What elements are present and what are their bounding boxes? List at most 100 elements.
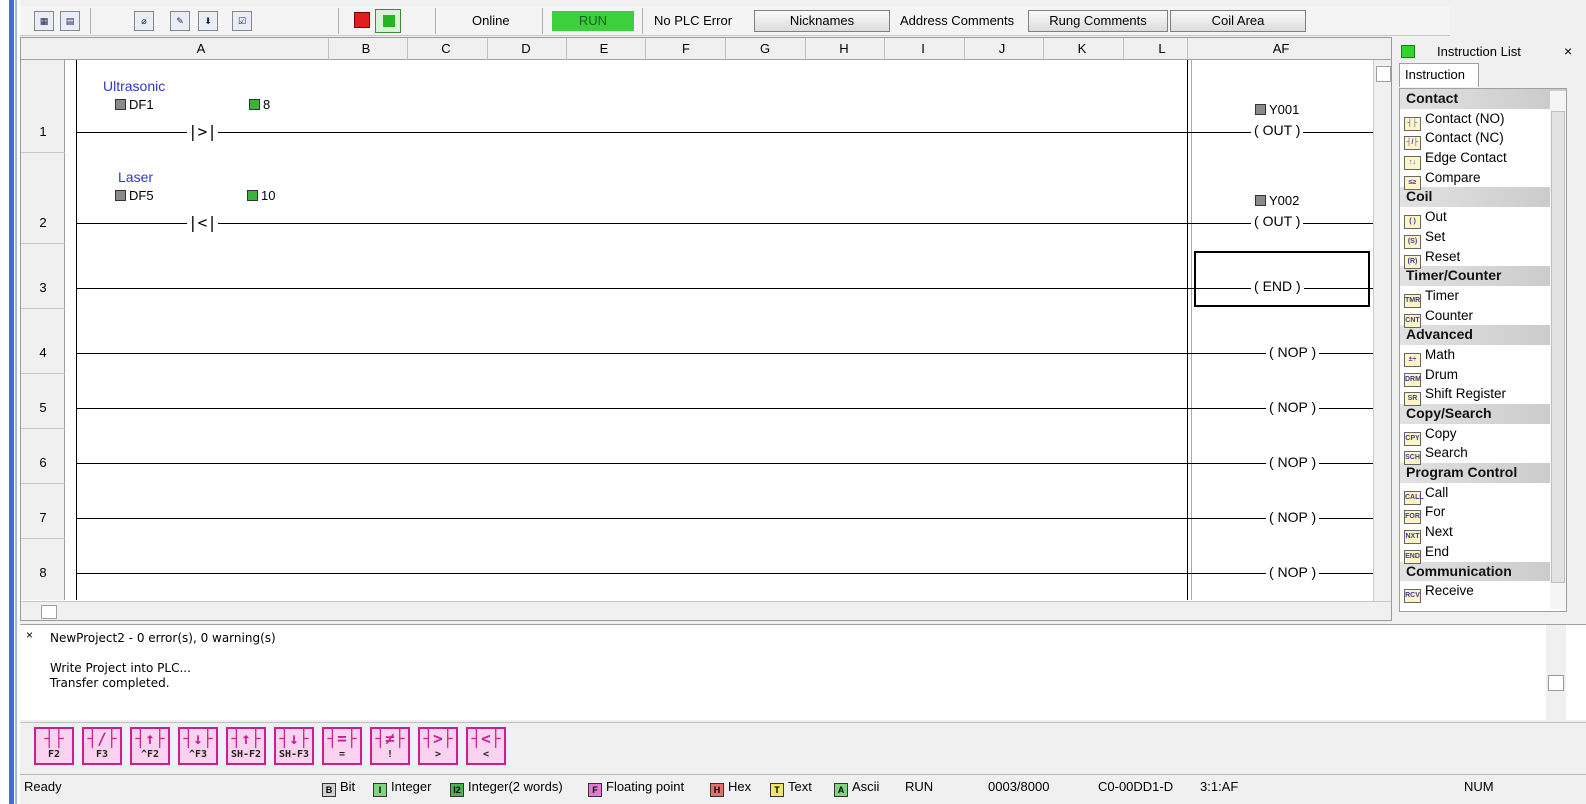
instruction-set[interactable]: (S) Set [1400,227,1566,249]
nop-coil[interactable]: ( NOP ) [1266,454,1320,470]
right-power-rail [1187,60,1188,600]
status-bar: Ready B Bit I Integer I2 Integer(2 words) F… [20,774,1586,797]
contact-no-button[interactable]: ┤├ F2 [34,727,74,765]
rung-number: 3 [39,280,47,295]
write-icon[interactable]: ⬇ [198,11,218,31]
nop-coil[interactable]: ( NOP ) [1266,509,1320,525]
left-power-rail [76,60,77,600]
receive-icon: RCV [1404,589,1421,604]
legend-ascii: A Ascii [834,779,879,797]
column-af: AF [1272,41,1290,56]
ladder-vertical-scrollbar[interactable] [1373,60,1391,601]
compare-less-contact[interactable]: |<| [187,214,218,232]
instruction-for[interactable]: FOR For [1400,502,1566,525]
instruction-call[interactable]: CALLCall [1400,483,1566,505]
compare-greater-contact[interactable]: |>| [187,123,218,141]
run-button[interactable] [375,9,401,33]
ascii-icon: A [834,783,848,797]
falling-edge-nc-button[interactable]: ┤↓├ SH-F3 [274,727,314,765]
rising-edge-button[interactable]: ┤↑├ ^F2 [130,727,170,765]
ladder-view-icon[interactable]: ▦ [34,11,54,31]
category-advanced[interactable]: Advanced [1400,325,1566,345]
rung2-address: DF5 [115,188,154,203]
compare-less-button[interactable]: ┤<├ < [466,727,506,765]
output-scrollbar[interactable] [1546,625,1566,721]
instruction-reset[interactable]: (R) Reset [1400,247,1566,269]
status-mode: RUN [905,779,934,794]
tab-instruction[interactable]: Instruction [1399,63,1479,87]
column-k: K [1077,41,1087,56]
instruction-edge-contact[interactable]: ↑↓ Edge Contact [1400,148,1566,171]
ladder-editor[interactable]: A B C D E F G H I J K L AF 1 2 3 4 5 6 7… [20,37,1392,621]
instruction-button-bar: ┤├ F2 ┤/├ F3 ┤↑├ ^F2 ┤↓├ ^F3 ┤↑├ SH-F2 ┤↓├ SH-… [20,722,1586,772]
nop-coil[interactable]: ( NOP ) [1266,344,1320,360]
instruction-contact-no[interactable]: ┤├ Contact (NO) [1400,109,1566,131]
status-online: Online [472,13,510,28]
compare-icon[interactable]: ☑ [232,11,252,31]
compare-greater-button[interactable]: ┤>├ > [418,727,458,765]
category-program-control[interactable]: Program Control [1400,463,1566,483]
category-timer-counter[interactable]: Timer/Counter [1400,266,1566,286]
address-comments-button[interactable]: Address Comments [900,13,1014,28]
close-icon[interactable]: × [26,628,33,642]
instruction-counter[interactable]: CNT Counter [1400,306,1566,328]
connect-icon[interactable]: ⌀ [134,11,154,31]
ladder-horizontal-scrollbar[interactable] [21,601,1391,620]
instruction-shift-register[interactable]: SR Shift Register [1400,384,1566,407]
column-g: G [759,41,771,56]
instruction-math[interactable]: ±÷ Math [1400,345,1566,367]
column-e: E [599,41,609,56]
instruction-compare[interactable]: ≤≥ Compare [1400,168,1566,190]
instruction-contact-nc[interactable]: ┤/├ Contact (NC) [1400,128,1566,151]
nop-coil[interactable]: ( NOP ) [1266,564,1320,580]
nop-coil[interactable]: ( NOP ) [1266,399,1320,415]
instruction-copy[interactable]: CPY Copy [1400,424,1566,446]
panel-status-icon [1401,45,1415,58]
output-line: Write Project into PLC... [50,661,191,675]
float-icon: F [588,783,602,797]
stop-button[interactable] [354,12,370,28]
rung2-out-coil[interactable]: ( OUT ) [1251,213,1304,229]
category-copy-search[interactable]: Copy/Search [1400,404,1566,424]
integer-icon: I [373,783,387,797]
instruction-out[interactable]: ( ) Out [1400,207,1566,230]
rung1-out-coil[interactable]: ( OUT ) [1251,122,1304,138]
end-coil[interactable]: ( END ) [1251,278,1304,294]
category-communication[interactable]: Communication [1400,561,1566,582]
contact-nc-button[interactable]: ┤/├ F3 [82,727,122,765]
instruction-list-scrollbar[interactable] [1550,91,1566,609]
status-plc-error: No PLC Error [654,13,733,28]
legend-integer: I Integer [373,779,431,797]
legend-hex: H Hex [710,779,751,797]
bit-icon: B [322,783,336,797]
column-a: A [196,41,206,56]
close-icon[interactable]: × [1564,43,1572,59]
edit-icon[interactable]: ✎ [170,11,190,31]
instruction-receive[interactable]: RCV Receive [1400,581,1566,604]
ladder-zoom-icon[interactable]: ▤ [60,11,80,31]
coil-area-button[interactable]: Coil Area [1170,10,1306,32]
rung-number: 2 [39,215,47,230]
instruction-end[interactable]: END End [1400,542,1566,564]
instruction-next[interactable]: NXT Next [1400,522,1566,545]
category-contact[interactable]: Contact [1400,89,1566,109]
rung1-address: DF1 [115,97,154,112]
compare-not-equal-button[interactable]: ┤≠├! [370,727,410,765]
instruction-list-panel: Instruction List × Instruction Contact ┤… [1395,37,1586,621]
window-left-edge [0,0,20,804]
instruction-search[interactable]: SCH Search [1400,443,1566,466]
instruction-timer[interactable]: TMR Timer [1400,286,1566,308]
column-f: F [682,41,690,56]
rung-number: 1 [39,124,47,139]
legend-floating-point: F Floating point [588,779,684,797]
output-header: NewProject2 - 0 error(s), 0 warning(s) [50,631,276,645]
column-d: D [521,41,531,56]
rung1-compare-value: 8 [249,97,270,112]
falling-edge-button[interactable]: ┤↓├ ^F3 [178,727,218,765]
instruction-drum[interactable]: DRM Drum [1400,365,1566,387]
category-coil[interactable]: Coil [1400,187,1566,208]
compare-equal-button[interactable]: ┤=├ = [322,727,362,765]
rung-comments-button[interactable]: Rung Comments [1028,10,1168,32]
rising-edge-nc-button[interactable]: ┤↑├ SH-F2 [226,727,266,765]
nicknames-button[interactable]: Nicknames [754,10,890,32]
